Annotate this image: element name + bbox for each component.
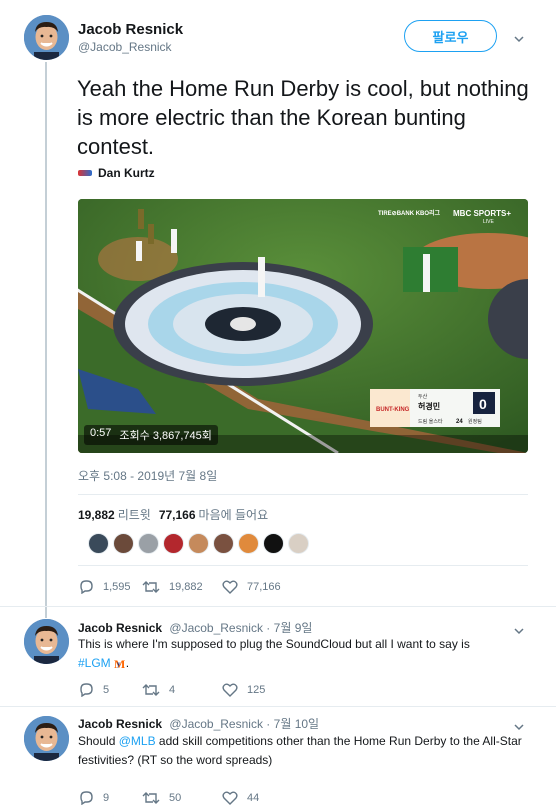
video-time-badge: 0:57 조회수 3,867,745회	[84, 425, 218, 445]
liker-avatar[interactable]	[163, 533, 184, 554]
scoreboard-team: 두산	[418, 393, 428, 400]
like-count: 125	[247, 684, 266, 696]
reply-text: Should @MLB add skill competitions other…	[78, 732, 528, 770]
retweet-icon	[142, 791, 160, 805]
author-handle[interactable]: @Jacob_Resnick	[78, 40, 172, 54]
liker-avatar[interactable]	[263, 533, 284, 554]
reply-actions: 5 4 125	[78, 683, 265, 697]
scoreboard-sub2: 원정팀	[468, 418, 482, 425]
reply-action[interactable]: 1,595	[78, 580, 142, 594]
retweet-action[interactable]: 4	[142, 683, 222, 697]
mention-link[interactable]: @MLB	[119, 734, 156, 748]
video-frame: TIRE⊘BANK KBO리그 MBC SPORTS+ LIVE BUNT-KI…	[78, 199, 528, 453]
reply-author-avatar[interactable]	[24, 619, 69, 664]
hashtag-link[interactable]: #LGM	[78, 656, 111, 670]
reply-author-name[interactable]: Jacob Resnick	[78, 717, 162, 731]
reply-author-handle[interactable]: @Jacob_Resnick	[169, 621, 263, 635]
retweet-count: 4	[169, 684, 176, 696]
attribution[interactable]: Dan Kurtz	[78, 166, 155, 180]
like-count: 77,166	[247, 581, 281, 593]
attribution-name[interactable]: Dan Kurtz	[98, 166, 155, 180]
reply-count: 9	[103, 792, 110, 804]
retweet-count: 50	[169, 792, 182, 804]
reply-text-main: Should	[78, 734, 116, 748]
liker-avatar[interactable]	[213, 533, 234, 554]
reply-text-end: .	[125, 656, 130, 670]
liker-avatar[interactable]	[188, 533, 209, 554]
like-count: 44	[247, 792, 260, 804]
likes-stat[interactable]: 77,166 마음에 들어요	[159, 506, 268, 523]
reply-author-name[interactable]: Jacob Resnick	[78, 621, 162, 635]
reply-icon	[78, 683, 94, 697]
scoreboard-logo: BUNT-KING	[376, 407, 410, 413]
follow-button[interactable]: 팔로우	[404, 20, 497, 52]
likers-avatars	[88, 533, 309, 554]
reply-count: 1,595	[103, 581, 131, 593]
scoreboard-num: 24	[456, 419, 463, 425]
video-views: 조회수 3,867,745회	[119, 430, 212, 442]
scoreboard-score: 0	[479, 396, 487, 412]
retweets-stat[interactable]: 19,882 리트윗	[78, 506, 151, 523]
reply-action[interactable]: 5	[78, 683, 142, 697]
scoreboard: BUNT-KING 두산 허경민 0 드림 올스타 24 원정팀	[370, 389, 500, 427]
video-player[interactable]: TIRE⊘BANK KBO리그 MBC SPORTS+ LIVE BUNT-KI…	[78, 199, 528, 453]
engagement-stats: 19,882 리트윗 77,166 마음에 들어요	[78, 506, 268, 523]
tweet-timestamp[interactable]: 오후 5:08 - 2019년 7월 8일	[78, 467, 217, 484]
mets-logo-icon: My	[114, 656, 126, 671]
broadcast-brand: TIRE⊘BANK KBO리그	[378, 209, 441, 217]
retweet-action[interactable]: 50	[142, 791, 222, 805]
like-action[interactable]: 77,166	[222, 580, 281, 594]
network-logo: MBC SPORTS+	[453, 209, 511, 218]
author-name[interactable]: Jacob Resnick	[78, 21, 183, 38]
liker-avatar[interactable]	[288, 533, 309, 554]
caret-down-icon[interactable]	[514, 719, 524, 731]
like-action[interactable]: 44	[222, 791, 259, 805]
scoreboard-player: 허경민	[418, 401, 440, 411]
liker-avatar[interactable]	[113, 533, 134, 554]
reply-action[interactable]: 9	[78, 791, 142, 805]
reply-author-handle[interactable]: @Jacob_Resnick	[169, 717, 263, 731]
reply-icon	[78, 791, 94, 805]
retweet-icon	[142, 683, 160, 697]
liker-avatar[interactable]	[88, 533, 109, 554]
reply-header: Jacob Resnick @Jacob_Resnick · 7월 10일	[78, 717, 320, 731]
retweet-icon	[142, 580, 160, 594]
reply-text-main: This is where I'm supposed to plug the S…	[78, 637, 470, 651]
like-icon	[222, 580, 238, 594]
attribution-icon	[78, 170, 92, 176]
like-icon	[222, 791, 238, 805]
svg-text:y: y	[117, 660, 121, 668]
tweet-actions: 1,595 19,882 77,166	[78, 580, 281, 594]
divider	[78, 494, 528, 495]
like-icon	[222, 683, 238, 697]
author-avatar[interactable]	[24, 15, 69, 60]
tweet-text: Yeah the Home Run Derby is cool, but not…	[77, 76, 529, 159]
caret-down-icon[interactable]	[514, 31, 524, 43]
reply-icon	[78, 580, 94, 594]
reply-actions: 9 50 44	[78, 791, 259, 805]
reply-header: Jacob Resnick @Jacob_Resnick · 7월 9일	[78, 621, 313, 635]
retweet-action[interactable]: 19,882	[142, 580, 222, 594]
retweet-count: 19,882	[169, 581, 203, 593]
likes-count: 77,166	[158, 508, 196, 522]
live-badge: LIVE	[483, 219, 495, 225]
liker-avatar[interactable]	[238, 533, 259, 554]
caret-down-icon[interactable]	[514, 623, 524, 635]
reply-text: This is where I'm supposed to plug the S…	[78, 635, 528, 673]
like-action[interactable]: 125	[222, 683, 265, 697]
likes-label: 마음에 들어요	[198, 508, 269, 522]
reply-date[interactable]: 7월 9일	[274, 621, 313, 635]
divider	[78, 565, 528, 566]
retweets-count: 19,882	[78, 508, 115, 522]
reply-author-avatar[interactable]	[24, 716, 69, 761]
thread-line	[45, 62, 47, 618]
reply-count: 5	[103, 684, 110, 696]
video-duration: 0:57	[90, 427, 112, 439]
liker-avatar[interactable]	[138, 533, 159, 554]
retweets-label: 리트윗	[117, 508, 151, 522]
divider	[0, 706, 556, 707]
divider	[0, 606, 556, 607]
scoreboard-sub: 드림 올스타	[418, 418, 443, 425]
reply-date[interactable]: 7월 10일	[274, 717, 319, 731]
